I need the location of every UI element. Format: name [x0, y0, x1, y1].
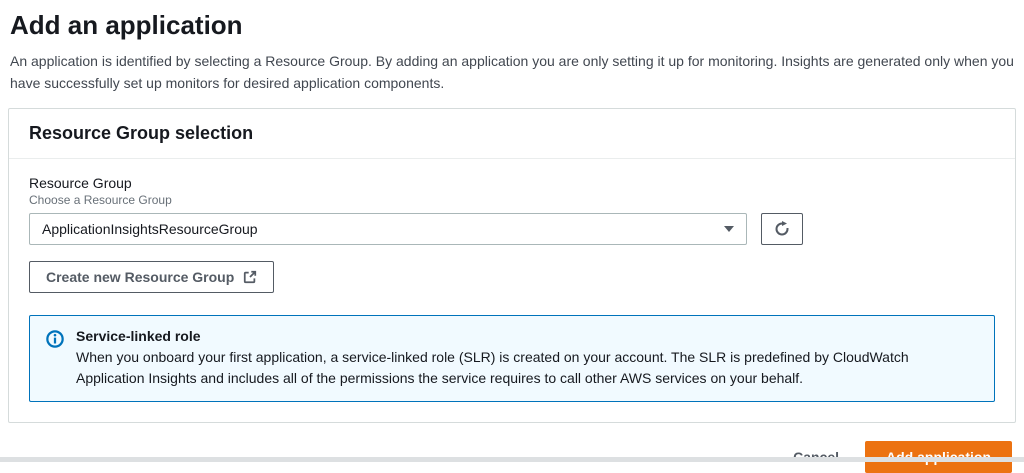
- page-bottom-divider: [0, 457, 1024, 462]
- panel-body: Resource Group Choose a Resource Group A…: [9, 159, 1015, 422]
- page-title: Add an application: [10, 10, 1016, 41]
- resource-group-label: Resource Group: [29, 175, 995, 191]
- create-resource-group-button[interactable]: Create new Resource Group: [29, 261, 274, 293]
- refresh-icon: [774, 221, 790, 237]
- refresh-button[interactable]: [761, 213, 803, 245]
- resource-group-select-row: ApplicationInsightsResourceGroup: [29, 213, 995, 245]
- resource-group-selected-value: ApplicationInsightsResourceGroup: [42, 221, 258, 237]
- chevron-down-icon: [724, 226, 734, 232]
- page-description: An application is identified by selectin…: [10, 51, 1014, 94]
- resource-group-sublabel: Choose a Resource Group: [29, 193, 995, 207]
- add-application-page: Add an application An application is ide…: [0, 0, 1024, 462]
- external-link-icon: [243, 270, 257, 284]
- resource-group-selection-panel: Resource Group selection Resource Group …: [8, 108, 1016, 423]
- panel-header: Resource Group selection: [9, 109, 1015, 159]
- resource-group-select[interactable]: ApplicationInsightsResourceGroup: [29, 213, 747, 245]
- info-alert-text: When you onboard your first application,…: [76, 347, 978, 389]
- info-alert-title: Service-linked role: [76, 328, 978, 344]
- panel-title: Resource Group selection: [29, 123, 995, 144]
- info-icon: [46, 330, 64, 348]
- service-linked-role-info-alert: Service-linked role When you onboard you…: [29, 315, 995, 402]
- create-resource-group-label: Create new Resource Group: [46, 269, 234, 285]
- info-alert-content: Service-linked role When you onboard you…: [76, 328, 978, 389]
